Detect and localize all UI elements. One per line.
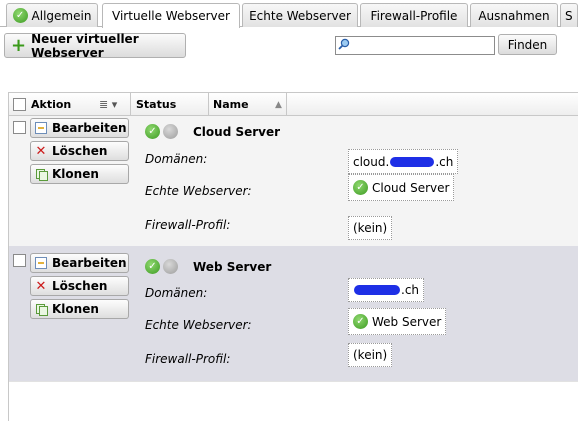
delete-label: Löschen [52, 279, 108, 293]
server-status-line: ✓ Web Server [145, 259, 271, 274]
delete-icon: ✕ [35, 143, 47, 159]
domains-label: Domänen: [145, 152, 208, 166]
header-action: Aktion [31, 98, 72, 111]
edit-icon [35, 122, 47, 134]
new-virtual-webserver-button[interactable]: + Neuer virtueller Webserver [4, 31, 186, 60]
delete-button[interactable]: ✕ Löschen [30, 276, 129, 296]
redaction-mark [390, 156, 435, 167]
delete-button[interactable]: ✕ Löschen [30, 141, 129, 161]
column-menu-icon[interactable]: ≣ ▾ [99, 93, 117, 116]
tab-bar: ✓ Allgemein Virtuelle Webserver Echte We… [0, 0, 578, 28]
grid-header: Aktion ≣ ▾ Status Name ▲ [9, 92, 578, 116]
domain-prefix: cloud. [353, 154, 390, 169]
domain-suffix: .ch [435, 154, 454, 169]
clone-icon [35, 168, 48, 181]
server-status-line: ✓ Cloud Server [145, 124, 280, 139]
real-server-name: Web Server [372, 314, 442, 329]
edit-button[interactable]: Bearbeiten [30, 118, 129, 138]
column-divider [286, 93, 287, 116]
tab-overflow[interactable]: S [560, 3, 578, 27]
domain-value: cloud. .ch [348, 149, 459, 174]
status-inactive-icon [163, 259, 178, 274]
real-servers-label: Echte Webserver: [145, 318, 252, 332]
tab-label: Ausnahmen [478, 8, 550, 23]
check-icon: ✓ [12, 8, 28, 23]
row-checkbox[interactable] [13, 121, 26, 134]
tab-allgemein[interactable]: ✓ Allgemein [6, 3, 98, 27]
row-checkbox[interactable] [13, 254, 26, 267]
clone-button[interactable]: Klonen [30, 299, 129, 319]
firewall-profile: (kein) [353, 221, 388, 235]
tab-label: Allgemein [31, 8, 92, 23]
sort-asc-icon[interactable]: ▲ [275, 93, 282, 116]
redaction-mark [354, 285, 400, 295]
search-input[interactable] [335, 36, 495, 55]
tab-label: S [565, 8, 573, 23]
firewall-profile: (kein) [353, 348, 388, 362]
edit-icon [35, 257, 47, 269]
status-inactive-icon [163, 124, 178, 139]
select-all-checkbox[interactable] [13, 98, 26, 111]
real-servers-label: Echte Webserver: [145, 184, 252, 198]
header-name[interactable]: Name [213, 93, 249, 116]
firewall-label: Firewall-Profil: [145, 218, 231, 232]
table-row: Bearbeiten ✕ Löschen Klonen ✓ Cloud Serv… [9, 116, 578, 246]
virtual-webserver-grid: Aktion ≣ ▾ Status Name ▲ Bearbeiten ✕ Lö… [8, 92, 578, 421]
find-button[interactable]: Finden [498, 34, 557, 55]
check-icon: ✓ [353, 314, 368, 329]
tab-echte-webserver[interactable]: Echte Webserver [242, 3, 358, 27]
find-button-label: Finden [507, 37, 548, 52]
edit-label: Bearbeiten [52, 121, 127, 135]
domains-label: Domänen: [145, 286, 208, 300]
column-divider [130, 93, 131, 116]
status-ok-icon: ✓ [145, 124, 160, 139]
firewall-value: (kein) [348, 216, 393, 240]
new-button-label: Neuer virtueller Webserver [31, 31, 139, 60]
clone-icon [35, 303, 48, 316]
delete-label: Löschen [52, 144, 108, 158]
server-name: Cloud Server [193, 124, 281, 139]
check-icon: ✓ [353, 180, 368, 195]
clone-button[interactable]: Klonen [30, 164, 129, 184]
header-status[interactable]: Status [136, 93, 176, 116]
edit-button[interactable]: Bearbeiten [30, 253, 129, 273]
real-server-link[interactable]: ✓ Cloud Server [348, 174, 455, 201]
firewall-value: (kein) [348, 343, 393, 367]
search-icon [338, 38, 350, 50]
tab-firewall-profile[interactable]: Firewall-Profile [360, 3, 468, 27]
delete-icon: ✕ [35, 278, 47, 294]
column-divider [208, 93, 209, 116]
real-server-name: Cloud Server [372, 180, 450, 195]
tab-ausnahmen[interactable]: Ausnahmen [470, 3, 558, 27]
tab-label: Virtuelle Webserver [112, 9, 230, 23]
tab-virtuelle-webserver[interactable]: Virtuelle Webserver [102, 3, 240, 28]
clone-label: Klonen [52, 167, 99, 181]
plus-icon: + [11, 34, 27, 56]
status-ok-icon: ✓ [145, 259, 160, 274]
clone-label: Klonen [52, 302, 99, 316]
tab-label: Echte Webserver [249, 8, 351, 23]
row-divider [9, 381, 578, 382]
table-row: Bearbeiten ✕ Löschen Klonen ✓ Web Server… [9, 246, 578, 381]
tab-label: Firewall-Profile [370, 8, 458, 23]
server-name: Web Server [193, 259, 272, 274]
domain-value: .ch [348, 278, 425, 302]
domain-suffix: .ch [401, 283, 420, 297]
edit-label: Bearbeiten [52, 256, 127, 270]
real-server-link[interactable]: ✓ Web Server [348, 308, 447, 335]
firewall-label: Firewall-Profil: [145, 352, 231, 366]
